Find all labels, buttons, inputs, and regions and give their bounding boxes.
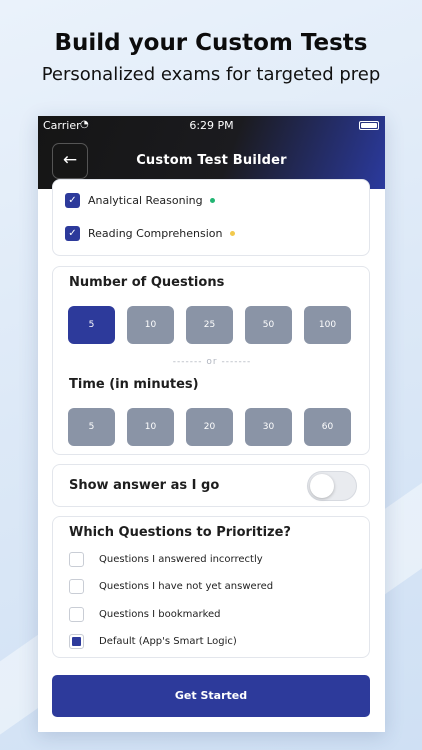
content-area: ✓ Analytical Reasoning ✓ Reading Compreh… <box>38 179 385 732</box>
prioritize-option-label: Questions I answered incorrectly <box>99 554 263 565</box>
promo-title: Build your Custom Tests <box>54 30 368 56</box>
prioritize-option[interactable]: Questions I bookmarked <box>69 607 221 622</box>
prioritize-option-label: Questions I have not yet answered <box>99 581 274 592</box>
subjects-card: ✓ Analytical Reasoning ✓ Reading Compreh… <box>52 179 370 256</box>
time-option[interactable]: 60 <box>304 408 351 446</box>
time-option[interactable]: 30 <box>245 408 292 446</box>
prioritize-option[interactable]: Questions I answered incorrectly <box>69 552 263 567</box>
checkbox-checked-icon[interactable]: ✓ <box>65 192 80 208</box>
question-count-options: 5 10 25 50 100 <box>68 306 351 344</box>
get-started-button[interactable]: Get Started <box>52 675 370 717</box>
questions-title: Number of Questions <box>69 275 225 290</box>
battery-icon <box>359 121 379 130</box>
checkbox-icon[interactable] <box>69 607 84 622</box>
checkbox-icon[interactable] <box>69 579 84 594</box>
checkbox-checked-icon[interactable]: ✓ <box>65 225 80 241</box>
toggle-knob <box>310 474 334 498</box>
or-divider: ------- or ------- <box>172 357 252 367</box>
subject-item[interactable]: ✓ Analytical Reasoning <box>65 192 215 208</box>
nav-title: Custom Test Builder <box>136 153 287 168</box>
question-count-option[interactable]: 100 <box>304 306 351 344</box>
subject-item[interactable]: ✓ Reading Comprehension <box>65 225 235 241</box>
time-title: Time (in minutes) <box>69 377 199 392</box>
checkbox-icon[interactable] <box>69 552 84 567</box>
subject-label: Analytical Reasoning <box>88 193 203 207</box>
prioritize-card: Which Questions to Prioritize? Questions… <box>52 516 370 658</box>
time-options: 5 10 20 30 60 <box>68 408 351 446</box>
question-count-option[interactable]: 5 <box>68 306 115 344</box>
status-dot <box>209 197 215 203</box>
status-time: 6:29 PM <box>189 119 234 132</box>
subject-label: Reading Comprehension <box>88 226 223 240</box>
prioritize-option[interactable]: Default (App's Smart Logic) <box>69 634 237 649</box>
prioritize-option-label: Default (App's Smart Logic) <box>99 636 237 647</box>
status-dot <box>229 230 235 236</box>
prioritize-option[interactable]: Questions I have not yet answered <box>69 579 273 594</box>
show-answer-label: Show answer as I go <box>69 478 220 493</box>
time-option[interactable]: 20 <box>186 408 233 446</box>
show-answer-card: Show answer as I go <box>52 464 370 507</box>
checkbox-checked-icon[interactable] <box>69 634 84 649</box>
time-option[interactable]: 10 <box>127 408 174 446</box>
prioritize-option-label: Questions I bookmarked <box>99 609 221 620</box>
time-option[interactable]: 5 <box>68 408 115 446</box>
question-count-option[interactable]: 10 <box>127 306 174 344</box>
question-count-option[interactable]: 50 <box>245 306 292 344</box>
phone-screen: Carrier ◔ 6:29 PM ← Custom Test Builder … <box>38 116 385 732</box>
question-count-option[interactable]: 25 <box>186 306 233 344</box>
prioritize-title: Which Questions to Prioritize? <box>69 525 291 540</box>
status-bar: Carrier ◔ 6:29 PM <box>38 118 385 134</box>
promo-subtitle: Personalized exams for targeted prep <box>41 64 381 85</box>
show-answer-toggle[interactable] <box>307 471 357 501</box>
questions-time-card: Number of Questions 5 10 25 50 100 -----… <box>52 266 370 455</box>
